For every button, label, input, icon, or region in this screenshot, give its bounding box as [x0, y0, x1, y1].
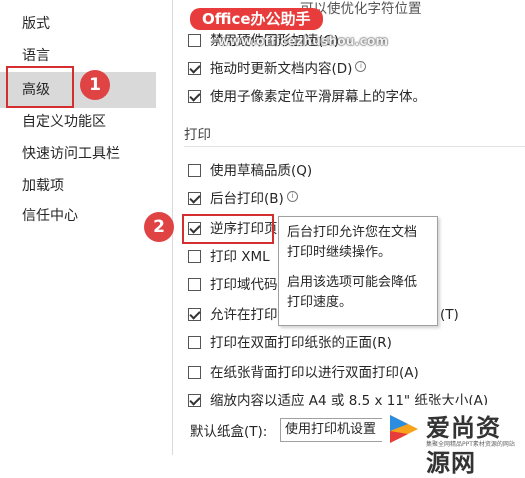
tooltip-background-print: 后台打印允许您在文档打印时继续操作。 启用该选项可能会降低打印速度。 — [278, 216, 438, 326]
option-update-while-drag[interactable]: 拖动时更新文档内容(D) i — [188, 58, 367, 80]
option-allow-print-fields[interactable]: 允许在打印 — [188, 304, 278, 326]
sidebar-item-trust-center[interactable]: 信任中心 — [0, 198, 156, 234]
checkbox[interactable] — [188, 250, 201, 263]
tooltip-line-1: 后台打印允许您在文档打印时继续操作。 — [287, 225, 418, 260]
section-divider — [184, 146, 525, 147]
option-label: 使用子像素定位平滑屏幕上的字体。 — [210, 89, 426, 105]
option-print-back-duplex[interactable]: 在纸张背面打印以进行双面打印(A) — [188, 362, 419, 384]
watermark-url: www.officezhushou.com — [218, 34, 389, 48]
highlight-box-advanced — [6, 66, 74, 108]
option-draft-quality[interactable]: 使用草稿品质(Q) — [188, 160, 312, 182]
option-label: 打印 XML — [210, 249, 270, 265]
checkbox[interactable] — [188, 192, 201, 205]
checkbox[interactable] — [188, 336, 201, 349]
option-label: 在纸张背面打印以进行双面打印(A) — [210, 365, 419, 381]
option-label: 打印域代码 — [210, 277, 278, 293]
default-tray-label: 默认纸盒(T): — [190, 424, 268, 440]
checkbox[interactable] — [188, 278, 201, 291]
step-badge-1: 1 — [80, 70, 110, 100]
option-print-xml[interactable]: 打印 XML — [188, 246, 270, 268]
info-icon[interactable]: i — [355, 61, 367, 72]
option-label: 使用草稿品质(Q) — [210, 163, 313, 179]
checkbox[interactable] — [188, 366, 201, 379]
checkbox[interactable] — [188, 164, 201, 177]
option-label: 允许在打印 — [210, 307, 278, 323]
tooltip-line-2: 启用该选项可能会降低打印速度。 — [287, 275, 418, 310]
option-background-print[interactable]: 后台打印(B) i — [188, 188, 298, 210]
info-icon[interactable]: i — [286, 191, 298, 202]
highlight-box-reverse-print — [182, 214, 274, 244]
option-label: 打印在双面打印纸张的正面(R) — [210, 335, 392, 351]
site-logo: 爱尚资源网 集聚全网精品PPT素材资源的网站 — [382, 405, 525, 477]
logo-tagline: 集聚全网精品PPT素材资源的网站 — [426, 441, 515, 448]
option-print-front-duplex[interactable]: 打印在双面打印纸张的正面(R) — [188, 332, 392, 354]
checkbox[interactable] — [188, 34, 201, 47]
watermark-brand: Office办公助手 — [190, 8, 323, 30]
checkbox[interactable] — [188, 308, 201, 321]
option-label: 拖动时更新文档内容(D) — [210, 61, 353, 77]
option-shortcut-suffix: (T) — [440, 307, 459, 323]
checkbox[interactable] — [188, 90, 201, 103]
sidebar-item-quick-access-toolbar[interactable]: 快速访问工具栏 — [0, 136, 156, 172]
logo-icon — [390, 415, 418, 443]
sidebar-item-customize-ribbon[interactable]: 自定义功能区 — [0, 104, 156, 140]
sidebar-item-layout[interactable]: 版式 — [0, 6, 156, 42]
step-badge-2: 2 — [144, 212, 174, 242]
checkbox[interactable] — [188, 62, 201, 75]
checkbox[interactable] — [188, 394, 201, 407]
option-subpixel-fonts[interactable]: 使用子像素定位平滑屏幕上的字体。 — [188, 86, 426, 108]
option-label: 后台打印(B) — [210, 191, 284, 207]
section-title-print: 打印 — [184, 127, 211, 143]
option-print-field-codes[interactable]: 打印域代码 — [188, 274, 278, 296]
